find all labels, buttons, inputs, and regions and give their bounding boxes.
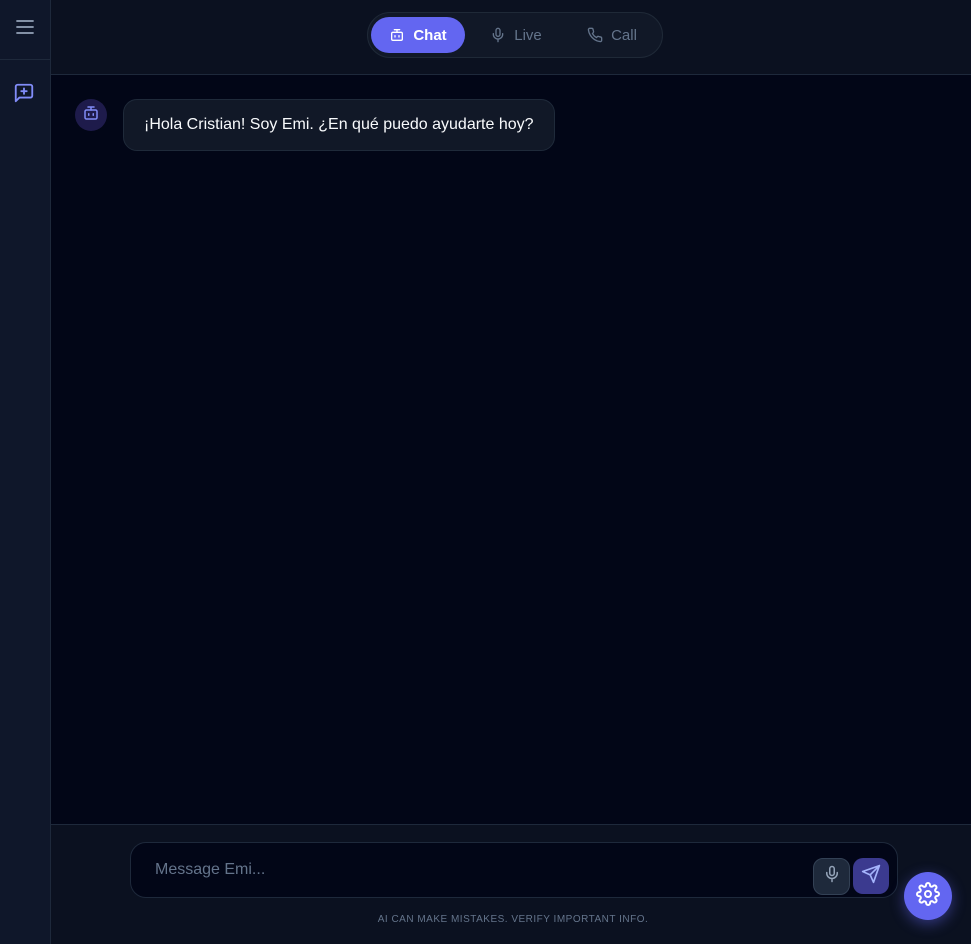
gear-icon bbox=[916, 881, 940, 911]
chat-area: ¡Hola Cristian! Soy Emi. ¿En qué puedo a… bbox=[51, 75, 971, 824]
tab-live-label: Live bbox=[514, 26, 542, 44]
composer-footer: AI CAN MAKE MISTAKES. VERIFY IMPORTANT I… bbox=[51, 824, 971, 944]
send-icon bbox=[861, 864, 881, 889]
robot-icon bbox=[389, 27, 405, 43]
top-bar: Chat Live Call bbox=[51, 0, 971, 75]
new-chat-button[interactable] bbox=[10, 82, 38, 108]
send-button[interactable] bbox=[853, 858, 889, 894]
assistant-message: ¡Hola Cristian! Soy Emi. ¿En qué puedo a… bbox=[123, 99, 555, 151]
mode-switch: Chat Live Call bbox=[367, 12, 663, 58]
robot-icon bbox=[82, 104, 100, 127]
sidebar bbox=[0, 0, 51, 944]
message-input[interactable] bbox=[133, 845, 803, 895]
message-text: ¡Hola Cristian! Soy Emi. ¿En qué puedo a… bbox=[144, 116, 534, 133]
phone-icon bbox=[587, 27, 603, 43]
voice-input-button[interactable] bbox=[813, 858, 850, 895]
menu-button[interactable] bbox=[0, 0, 50, 60]
composer bbox=[130, 842, 898, 898]
tab-call-label: Call bbox=[611, 26, 637, 44]
microphone-icon bbox=[490, 27, 506, 43]
microphone-icon bbox=[823, 865, 841, 888]
tab-chat[interactable]: Chat bbox=[371, 17, 465, 53]
assistant-avatar bbox=[75, 99, 107, 131]
settings-button[interactable] bbox=[904, 872, 952, 920]
tab-chat-label: Chat bbox=[413, 26, 447, 44]
tab-call[interactable]: Call bbox=[572, 17, 652, 53]
message-plus-icon bbox=[13, 82, 35, 109]
menu-icon bbox=[16, 19, 34, 40]
tab-live[interactable]: Live bbox=[476, 17, 556, 53]
disclaimer: AI CAN MAKE MISTAKES. VERIFY IMPORTANT I… bbox=[377, 914, 649, 925]
